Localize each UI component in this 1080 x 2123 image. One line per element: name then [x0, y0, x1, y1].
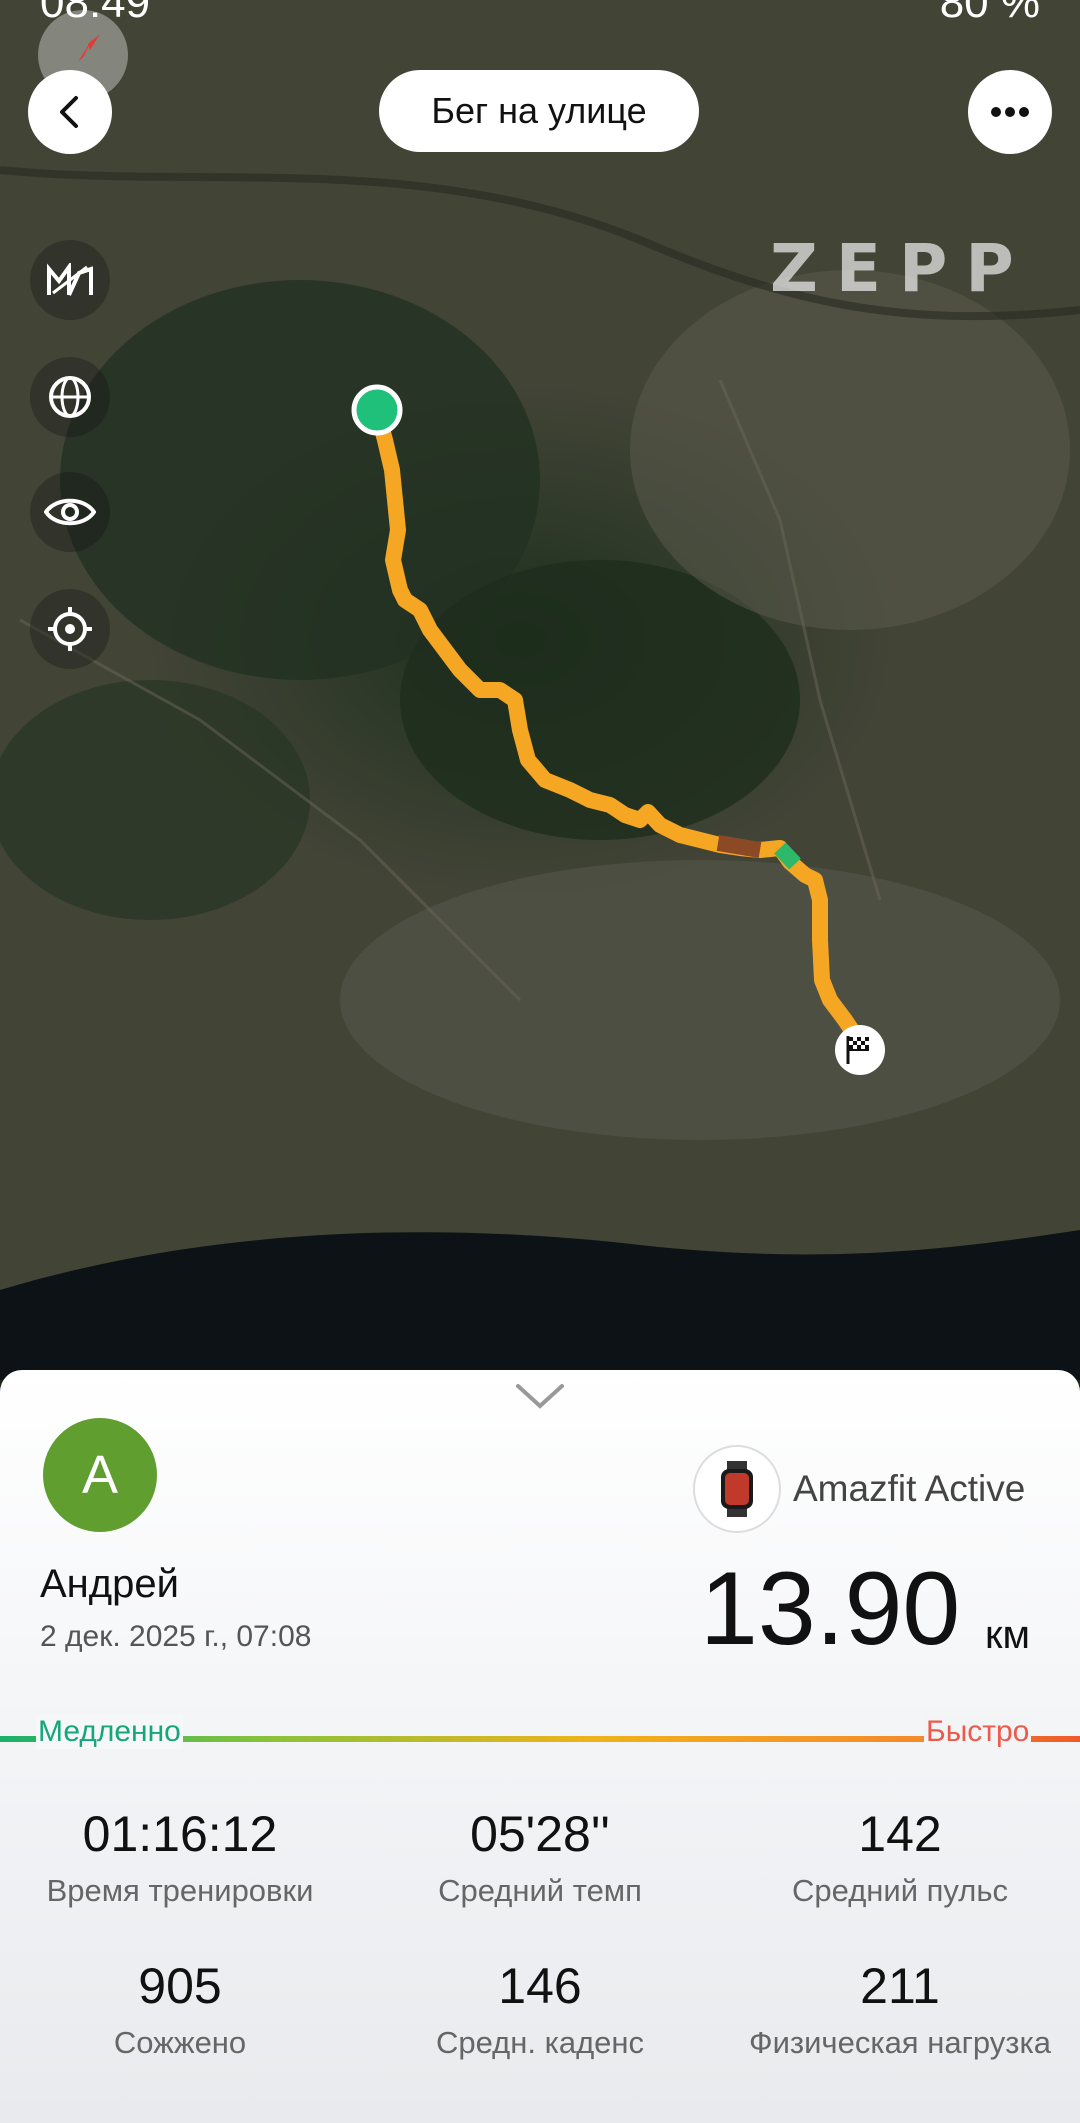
- collapse-sheet-chevron-icon[interactable]: [514, 1380, 566, 1412]
- chevron-left-icon: [60, 96, 78, 128]
- route-layer: [351, 384, 885, 1075]
- stat-label: Сожжено: [113, 2025, 247, 2060]
- watch-icon: [693, 1445, 781, 1533]
- route-line: [369, 402, 863, 1043]
- globe-icon: [49, 376, 91, 418]
- visibility-toggle[interactable]: [30, 472, 110, 552]
- stat-label: Средний темп: [438, 1873, 642, 1908]
- workout-date: 2 дек. 2025 г., 07:08: [40, 1620, 312, 1653]
- stat-avg-pace: 05'28'' Средний темп: [370, 1805, 710, 1909]
- stat-value: 146: [498, 1958, 582, 2014]
- distance-value: 13.90: [700, 1551, 961, 1667]
- stat-value: 905: [138, 1958, 222, 2014]
- route-fast-segment: [774, 842, 801, 870]
- zepp-logo: ZEPP: [770, 230, 1032, 307]
- device-name: Amazfit Active: [793, 1468, 1026, 1509]
- stat-avg-cadence: 146 Средн. каденс: [370, 1957, 710, 2061]
- start-marker[interactable]: [351, 384, 403, 436]
- stat-value: 05'28'': [470, 1806, 610, 1862]
- stat-value: 142: [858, 1806, 942, 1862]
- stat-avg-heart-rate: 142 Средний пульс: [730, 1805, 1070, 1909]
- pace-fast-label: Быстро: [924, 1715, 1032, 1749]
- locate-button[interactable]: [30, 589, 110, 669]
- user-name: Андрей: [40, 1562, 179, 1606]
- distance-unit: км: [985, 1613, 1030, 1657]
- route-map[interactable]: [0, 0, 1080, 1380]
- eye-icon: [44, 498, 96, 526]
- crosshair-icon: [48, 607, 92, 651]
- more-options-button[interactable]: [968, 70, 1052, 154]
- route-slow-segment: [716, 835, 762, 858]
- stat-duration: 01:16:12 Время тренировки: [10, 1805, 350, 1909]
- back-button[interactable]: [28, 70, 112, 154]
- avatar[interactable]: A: [43, 1418, 157, 1532]
- finish-flag-icon[interactable]: [835, 1025, 885, 1075]
- pace-slow-label: Медленно: [36, 1715, 183, 1749]
- stat-label: Средний пульс: [792, 1873, 1008, 1908]
- more-dots-icon: [991, 107, 1029, 117]
- stat-training-load: 211 Физическая нагрузка: [730, 1957, 1070, 2061]
- stat-label: Физическая нагрузка: [749, 2025, 1051, 2060]
- stat-value: 211: [860, 1958, 940, 2014]
- stat-label: Время тренировки: [46, 1873, 314, 1908]
- stat-value: 01:16:12: [82, 1806, 278, 1862]
- pace-heatmap-toggle[interactable]: [30, 240, 110, 320]
- stat-label: Средн. каденс: [435, 2025, 645, 2060]
- map-layer-toggle[interactable]: [30, 357, 110, 437]
- workout-type-title: Бег на улице: [379, 70, 699, 152]
- stat-calories: 905 Сожжено: [10, 1957, 350, 2061]
- status-battery: 80 %: [939, 0, 1040, 27]
- route-style-icon: [47, 263, 93, 296]
